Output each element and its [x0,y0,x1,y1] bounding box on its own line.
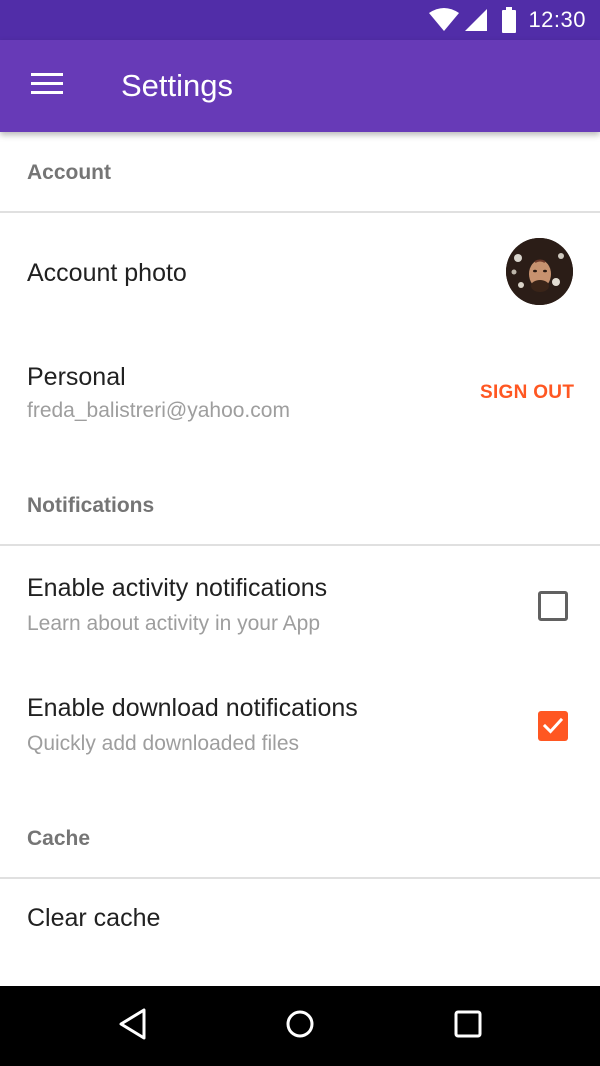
home-icon [285,1009,315,1044]
activity-notifications-checkbox[interactable] [538,591,568,621]
activity-notifications-label: Enable activity notifications [27,574,328,602]
clear-cache-row[interactable]: Clear cache [0,879,600,986]
clear-cache-label: Clear cache [27,904,161,932]
section-header-cache: Cache [27,827,91,850]
account-photo-label: Account photo [27,259,187,287]
recents-button[interactable] [448,1006,488,1046]
sign-out-button[interactable]: SIGN OUT [480,382,574,404]
battery-icon [502,7,517,33]
check-icon [538,717,568,745]
download-notifications-label: Enable download notifications [27,694,358,722]
wifi-icon [428,8,460,32]
download-notifications-description: Quickly add downloaded files [27,732,299,755]
status-icons: 12:30 [428,0,586,40]
cell-signal-icon [464,8,488,32]
personal-label: Personal [27,363,126,391]
app-bar: Settings [0,40,600,132]
settings-list: Account Account photo Personal freda_bal… [0,132,600,986]
status-time: 12:30 [528,7,586,32]
activity-notifications-row[interactable]: Enable activity notifications Learn abou… [0,546,600,666]
back-button[interactable] [113,1006,153,1046]
avatar[interactable] [506,238,573,305]
home-button[interactable] [280,1006,320,1046]
status-bar: 12:30 [0,0,600,40]
account-email: freda_balistreri@yahoo.com [27,399,290,422]
download-notifications-checkbox[interactable] [538,711,568,741]
menu-button[interactable] [20,64,74,108]
page-title: Settings [121,68,234,103]
menu-icon [31,72,63,100]
navigation-bar [0,986,600,1066]
section-header-account: Account [27,161,111,184]
recents-icon [454,1010,482,1043]
activity-notifications-description: Learn about activity in your App [27,612,321,635]
back-icon [117,1007,149,1046]
download-notifications-row[interactable]: Enable download notifications Quickly ad… [0,666,600,796]
section-header-notifications: Notifications [27,494,155,517]
